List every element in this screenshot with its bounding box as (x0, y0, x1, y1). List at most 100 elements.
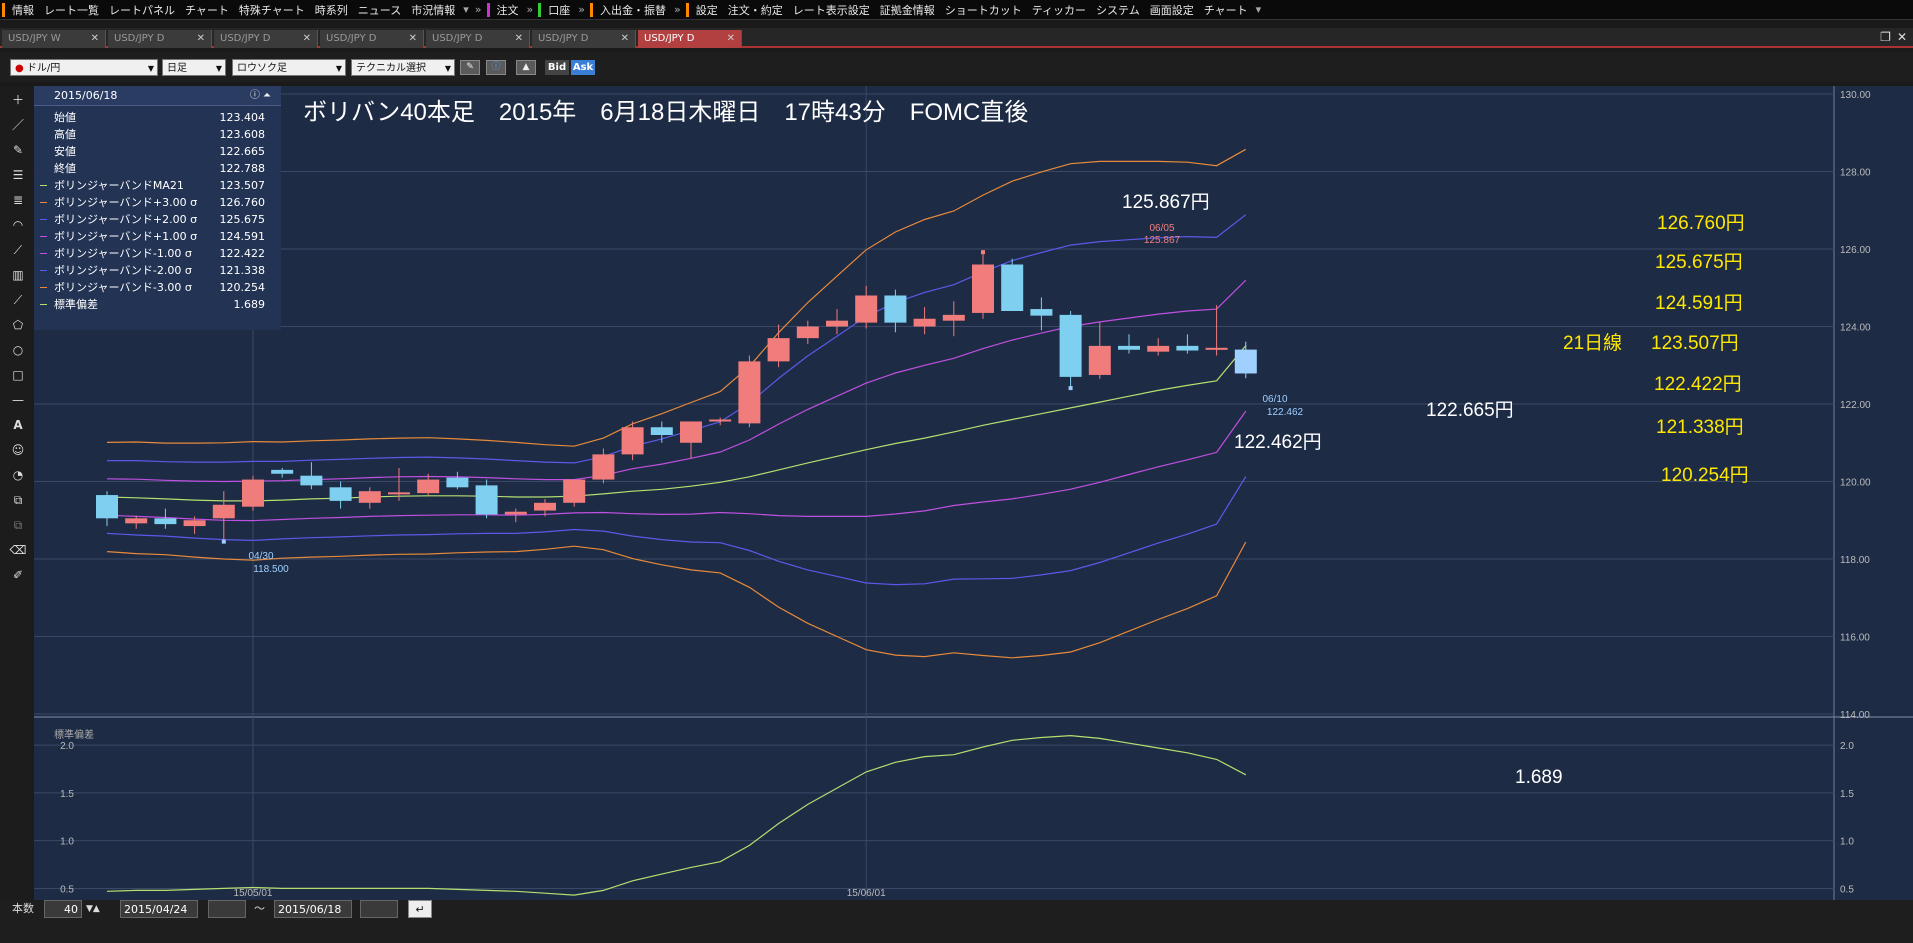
tab-6[interactable]: USD/JPY D ✕ (638, 30, 742, 48)
symbol-select[interactable]: ● ドル/円 ▼ (10, 59, 158, 76)
menu-item-11[interactable]: 設定 (691, 2, 723, 18)
menu-item-3[interactable]: チャート (180, 2, 234, 18)
close-tab-icon[interactable]: ✕ (409, 30, 417, 48)
menu-item-4[interactable]: 特殊チャート (234, 2, 310, 18)
copy-icon[interactable]: ⧉ (8, 490, 28, 510)
chart-type-select[interactable]: ロウソク足 ▼ (232, 59, 346, 76)
eraser-icon[interactable]: ⌫ (8, 540, 28, 560)
volume-icon[interactable]: ▲ (516, 60, 536, 75)
more-icon[interactable]: » (575, 3, 588, 16)
pen-icon[interactable]: ✎ (460, 60, 480, 75)
close-tab-icon[interactable]: ✕ (727, 30, 735, 48)
menu-item-0[interactable]: 情報 (7, 2, 39, 18)
candle-body (767, 338, 790, 362)
data-row-value: 122.665 (219, 145, 266, 158)
period-select[interactable]: 日足 ▼ (162, 59, 226, 76)
paste-icon[interactable]: ⧉ (8, 515, 28, 535)
chart-toolbar: ● ドル/円 ▼ 日足 ▼ ロウソク足 ▼ テクニカル選択 ▼ ✎ ⓘ ▲ Bi… (0, 52, 1913, 82)
chevron-down-icon[interactable]: ▾ (1253, 3, 1265, 16)
tab-1[interactable]: USD/JPY D ✕ (108, 30, 212, 48)
candle-body (125, 518, 148, 524)
series-swatch (40, 304, 47, 305)
menu-item-12[interactable]: 注文・約定 (723, 2, 788, 18)
fibonacci-icon[interactable]: ≣ (8, 190, 28, 210)
pentagon-icon[interactable]: ⬠ (8, 315, 28, 335)
bid-button[interactable]: Bid (545, 60, 569, 75)
menu-item-13[interactable]: レート表示設定 (788, 2, 875, 18)
candle-body (212, 504, 235, 519)
menu-item-19[interactable]: チャート (1199, 2, 1253, 18)
bar-count-input[interactable]: 40 (44, 900, 82, 918)
flag-icon: ● (15, 63, 24, 74)
chevron-down-icon[interactable]: ▾ (460, 3, 472, 16)
menu-item-9[interactable]: 口座 (543, 2, 575, 18)
early-low-value: 118.500 (253, 564, 289, 575)
close-tab-icon[interactable]: ✕ (515, 30, 523, 48)
ruler-icon[interactable]: ✎ (8, 140, 28, 160)
technical-select[interactable]: テクニカル選択 ▼ (351, 59, 455, 76)
close-tab-icon[interactable]: ✕ (91, 30, 99, 48)
menu-separator (538, 2, 542, 17)
menu-item-5[interactable]: 時系列 (310, 2, 353, 18)
candle-body (796, 326, 819, 339)
early-low-marker (221, 539, 226, 544)
menu-item-7[interactable]: 市況情報 (406, 2, 460, 18)
ask-button[interactable]: Ask (571, 60, 595, 75)
menu-item-2[interactable]: レートパネル (104, 2, 180, 18)
tab-2[interactable]: USD/JPY D ✕ (214, 30, 318, 48)
trendline-icon[interactable]: ／ (8, 115, 28, 135)
close-window-icon[interactable]: ✕ (1897, 30, 1907, 44)
sd-value-label: 1.689 (1515, 767, 1563, 788)
restore-icon[interactable]: ❐ (1880, 30, 1891, 44)
menu-item-16[interactable]: ティッカー (1027, 2, 1091, 18)
menu-item-8[interactable]: 注文 (492, 2, 524, 18)
clock-icon[interactable]: ◔ (8, 465, 28, 485)
arc-icon[interactable]: ◠ (8, 215, 28, 235)
text-icon[interactable]: A (8, 415, 28, 435)
data-row-label: 始値 (54, 111, 76, 124)
circle-icon[interactable]: ○ (8, 340, 28, 360)
close-tab-icon[interactable]: ✕ (303, 30, 311, 48)
close-tab-icon[interactable]: ✕ (197, 30, 205, 48)
from-time-input[interactable] (208, 900, 246, 918)
return-icon[interactable]: ↵ (408, 900, 432, 918)
tab-3[interactable]: USD/JPY D ✕ (320, 30, 424, 48)
tab-0[interactable]: USD/JPY W ✕ (2, 30, 106, 48)
crosshair-icon[interactable]: ＋ (8, 90, 28, 110)
menu-item-1[interactable]: レート一覧 (39, 2, 104, 18)
grid-icon[interactable]: ▥ (8, 265, 28, 285)
eraser-all-icon[interactable]: ✐ (8, 565, 28, 585)
horizontal-line-icon[interactable]: — (8, 390, 28, 410)
more-icon[interactable]: » (524, 3, 537, 16)
rectangle-icon[interactable]: □ (8, 365, 28, 385)
data-row-label: ボリンジャーバンドMA21 (54, 179, 184, 192)
data-row-value: 125.675 (219, 213, 266, 226)
low-label: 122.462円 (1234, 432, 1322, 453)
to-date-input[interactable]: 2015/06/18 (274, 900, 352, 918)
channel-icon[interactable]: ☰ (8, 165, 28, 185)
more-icon[interactable]: » (472, 3, 485, 16)
menu-item-17[interactable]: システム (1091, 2, 1145, 18)
more-icon[interactable]: » (671, 3, 684, 16)
chart-area[interactable]: 114.00 116.00 118.00 120.00 122.00 124.00 126.… (34, 86, 1913, 900)
to-time-input[interactable] (360, 900, 398, 918)
menu-item-15[interactable]: ショートカット (940, 2, 1027, 18)
menu-item-14[interactable]: 証拠金情報 (875, 2, 940, 18)
menu-item-10[interactable]: 入出金・振替 (595, 2, 671, 18)
candle-body (183, 520, 206, 527)
info-icon[interactable]: ⓘ (486, 60, 506, 75)
menu-separator (486, 2, 490, 17)
info-collapse-icon[interactable]: ⓘ ⏶ (250, 86, 271, 106)
gann-icon[interactable]: ⟋ (8, 290, 28, 310)
smiley-icon[interactable]: ☺ (8, 440, 28, 460)
menu-item-6[interactable]: ニュース (353, 2, 406, 18)
data-row-value: 123.404 (219, 111, 266, 124)
tab-5[interactable]: USD/JPY D ✕ (532, 30, 636, 48)
menu-item-18[interactable]: 画面設定 (1145, 2, 1199, 18)
data-row-label: ボリンジャーバンド+1.00 σ (54, 230, 198, 243)
close-tab-icon[interactable]: ✕ (621, 30, 629, 48)
from-date-input[interactable]: 2015/04/24 (120, 900, 198, 918)
stepper-icon[interactable]: ▼▲ (86, 900, 100, 918)
tab-4[interactable]: USD/JPY D ✕ (426, 30, 530, 48)
fan-icon[interactable]: ⟋ (8, 240, 28, 260)
